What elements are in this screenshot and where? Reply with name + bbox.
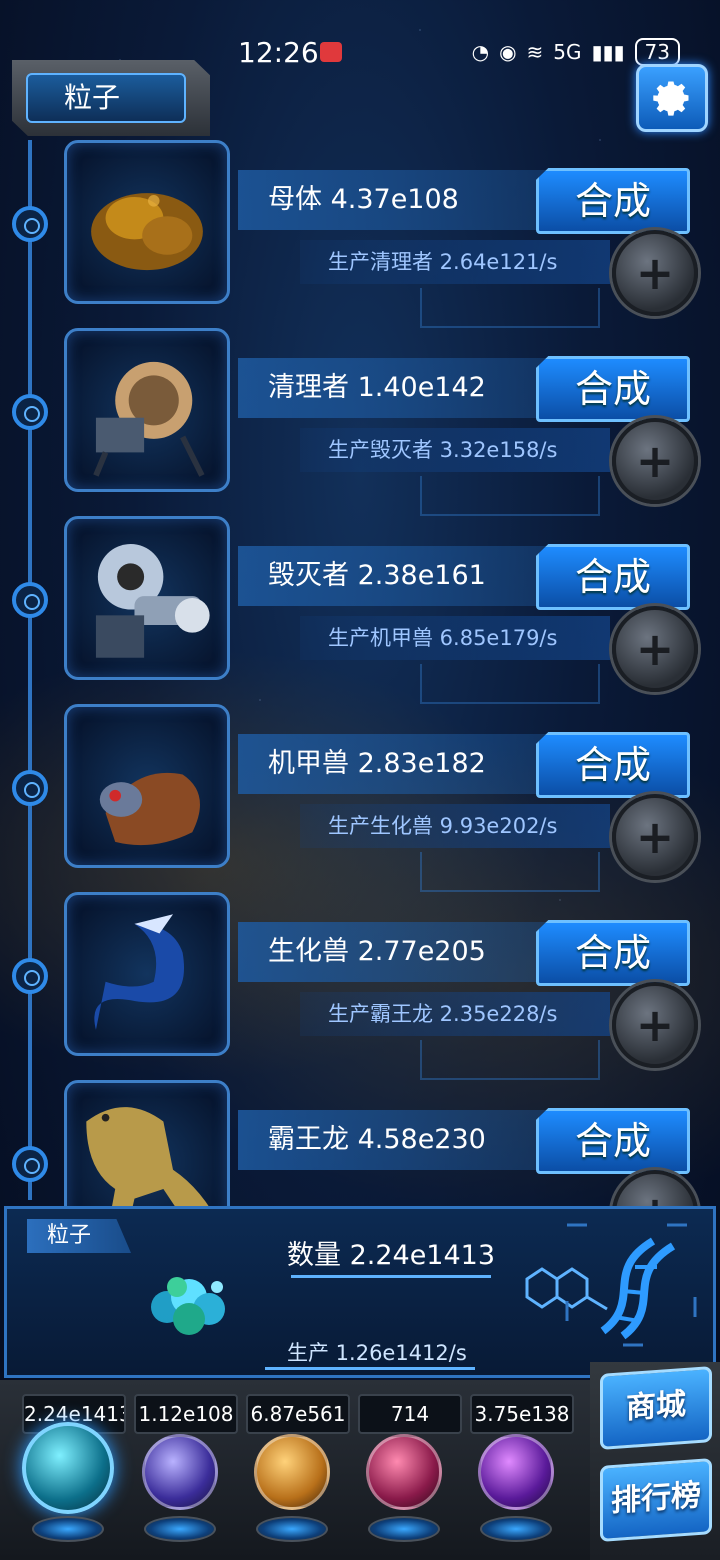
unit-production-rate: 生产清理者 2.64e121/s bbox=[300, 240, 610, 284]
unit-production-rate: 生产毁灭者 3.32e158/s bbox=[300, 428, 610, 472]
unit-production-rate: 生产霸王龙 2.35e228/s bbox=[300, 992, 610, 1036]
orb-pedestal bbox=[256, 1516, 328, 1542]
unit-name-count: 母体 4.37e108 bbox=[238, 170, 558, 230]
plus-icon: + bbox=[635, 810, 675, 864]
dna-icon bbox=[565, 1223, 697, 1347]
plus-icon: + bbox=[635, 434, 675, 488]
resource-orb-slot[interactable] bbox=[20, 1422, 116, 1550]
resource-value: 6.87e561 bbox=[246, 1394, 350, 1434]
signal-icon: ▮▮▮ bbox=[591, 40, 625, 64]
plus-icon: + bbox=[635, 246, 675, 300]
rail-node bbox=[12, 394, 48, 430]
orb-pedestal bbox=[32, 1516, 104, 1542]
side-buttons: 商城 排行榜 bbox=[590, 1362, 720, 1560]
page-title[interactable]: 粒子 bbox=[26, 73, 186, 123]
battery-indicator: 73 bbox=[634, 38, 680, 66]
particle-quantity: 数量 2.24e1413 bbox=[287, 1240, 496, 1271]
settings-button[interactable] bbox=[636, 64, 708, 132]
particle-rate: 生产 1.26e1412/s bbox=[287, 1341, 467, 1365]
resource-value: 3.75e138 bbox=[470, 1394, 574, 1434]
resource-orb-slot[interactable] bbox=[468, 1430, 564, 1550]
circuit-decoration bbox=[420, 476, 600, 516]
status-icons: ◔ ◉ ≋ 5G ▮▮▮ 73 bbox=[472, 38, 680, 66]
resource-values: 2.24e1413 1.12e108 6.87e561 714 3.75e138 bbox=[22, 1394, 574, 1434]
leaderboard-button[interactable]: 排行榜 bbox=[600, 1458, 712, 1542]
upgrade-plus-button[interactable]: + bbox=[612, 606, 698, 692]
unit-row: 清理者 1.40e142 合成 生产毁灭者 3.32e158/s + bbox=[0, 328, 720, 516]
unit-portrait[interactable] bbox=[64, 140, 230, 304]
unit-production-rate: 生产机甲兽 6.85e179/s bbox=[300, 616, 610, 660]
upgrade-plus-button[interactable]: + bbox=[612, 230, 698, 316]
wifi-icon: ≋ bbox=[526, 40, 544, 64]
plus-icon: + bbox=[635, 998, 675, 1052]
unit-name-count: 机甲兽 2.83e182 bbox=[238, 734, 558, 794]
status-time: 12:26 bbox=[238, 36, 319, 69]
unit-portrait[interactable] bbox=[64, 892, 230, 1056]
resource-orb-slot[interactable] bbox=[356, 1430, 452, 1550]
craft-button[interactable]: 合成 bbox=[536, 920, 690, 986]
plus-icon: + bbox=[635, 622, 675, 676]
resource-orb-slot[interactable] bbox=[244, 1430, 340, 1550]
particle-cluster-icon bbox=[151, 1277, 225, 1335]
resource-orb-slot[interactable] bbox=[132, 1430, 228, 1550]
upgrade-plus-button[interactable]: + bbox=[612, 794, 698, 880]
eye-icon: ◉ bbox=[499, 40, 517, 64]
quantity-underline bbox=[291, 1275, 491, 1278]
notification-icon bbox=[320, 42, 342, 62]
orb-pedestal bbox=[144, 1516, 216, 1542]
orb-pedestal bbox=[368, 1516, 440, 1542]
network-label: 5G bbox=[553, 40, 582, 64]
particle-panel: 粒子 数量 2.24e1413 生产 1.26e1412/s bbox=[4, 1206, 716, 1378]
craft-button[interactable]: 合成 bbox=[536, 544, 690, 610]
resource-orbs bbox=[20, 1422, 564, 1550]
orb-pedestal bbox=[480, 1516, 552, 1542]
circuit-decoration bbox=[420, 288, 600, 328]
panel-tag: 粒子 bbox=[27, 1219, 131, 1253]
shop-button[interactable]: 商城 bbox=[600, 1366, 712, 1450]
unit-row: 机甲兽 2.83e182 合成 生产生化兽 9.93e202/s + bbox=[0, 704, 720, 892]
circuit-decoration bbox=[420, 664, 600, 704]
upgrade-plus-button[interactable]: + bbox=[612, 418, 698, 504]
resource-bar: 2.24e1413 1.12e108 6.87e561 714 3.75e138 bbox=[0, 1380, 590, 1560]
lightning-orb-icon[interactable] bbox=[142, 1434, 218, 1510]
rail-node bbox=[12, 582, 48, 618]
gear-icon bbox=[653, 81, 689, 116]
unit-portrait[interactable] bbox=[64, 704, 230, 868]
resource-value: 1.12e108 bbox=[134, 1394, 238, 1434]
particle-orb-icon[interactable] bbox=[22, 1422, 114, 1514]
resource-value: 714 bbox=[358, 1394, 462, 1434]
unit-portrait[interactable] bbox=[64, 328, 230, 492]
craft-button[interactable]: 合成 bbox=[536, 356, 690, 422]
craft-button[interactable]: 合成 bbox=[536, 168, 690, 234]
vortex-orb-icon[interactable] bbox=[478, 1434, 554, 1510]
unit-name-count: 毁灭者 2.38e161 bbox=[238, 546, 558, 606]
circuit-decoration bbox=[420, 1040, 600, 1080]
fire-orb-icon[interactable] bbox=[254, 1434, 330, 1510]
upgrade-plus-button[interactable]: + bbox=[612, 982, 698, 1068]
rail-node bbox=[12, 958, 48, 994]
circuit-decoration bbox=[420, 852, 600, 892]
rail-node bbox=[12, 770, 48, 806]
rail-node bbox=[12, 206, 48, 242]
unit-name-count: 清理者 1.40e142 bbox=[238, 358, 558, 418]
unit-row: 母体 4.37e108 合成 生产清理者 2.64e121/s + bbox=[0, 140, 720, 328]
brain-orb-icon[interactable] bbox=[366, 1434, 442, 1510]
unit-production-rate: 生产生化兽 9.93e202/s bbox=[300, 804, 610, 848]
unit-portrait[interactable] bbox=[64, 516, 230, 680]
unit-name-count: 霸王龙 4.58e230 bbox=[238, 1110, 558, 1170]
craft-button[interactable]: 合成 bbox=[536, 1108, 690, 1174]
rate-underline bbox=[265, 1367, 475, 1370]
unit-name-count: 生化兽 2.77e205 bbox=[238, 922, 558, 982]
unit-row: 生化兽 2.77e205 合成 生产霸王龙 2.35e228/s + bbox=[0, 892, 720, 1080]
rail-node bbox=[12, 1146, 48, 1182]
unit-row: 毁灭者 2.38e161 合成 生产机甲兽 6.85e179/s + bbox=[0, 516, 720, 704]
craft-button[interactable]: 合成 bbox=[536, 732, 690, 798]
speed-icon: ◔ bbox=[471, 40, 490, 64]
